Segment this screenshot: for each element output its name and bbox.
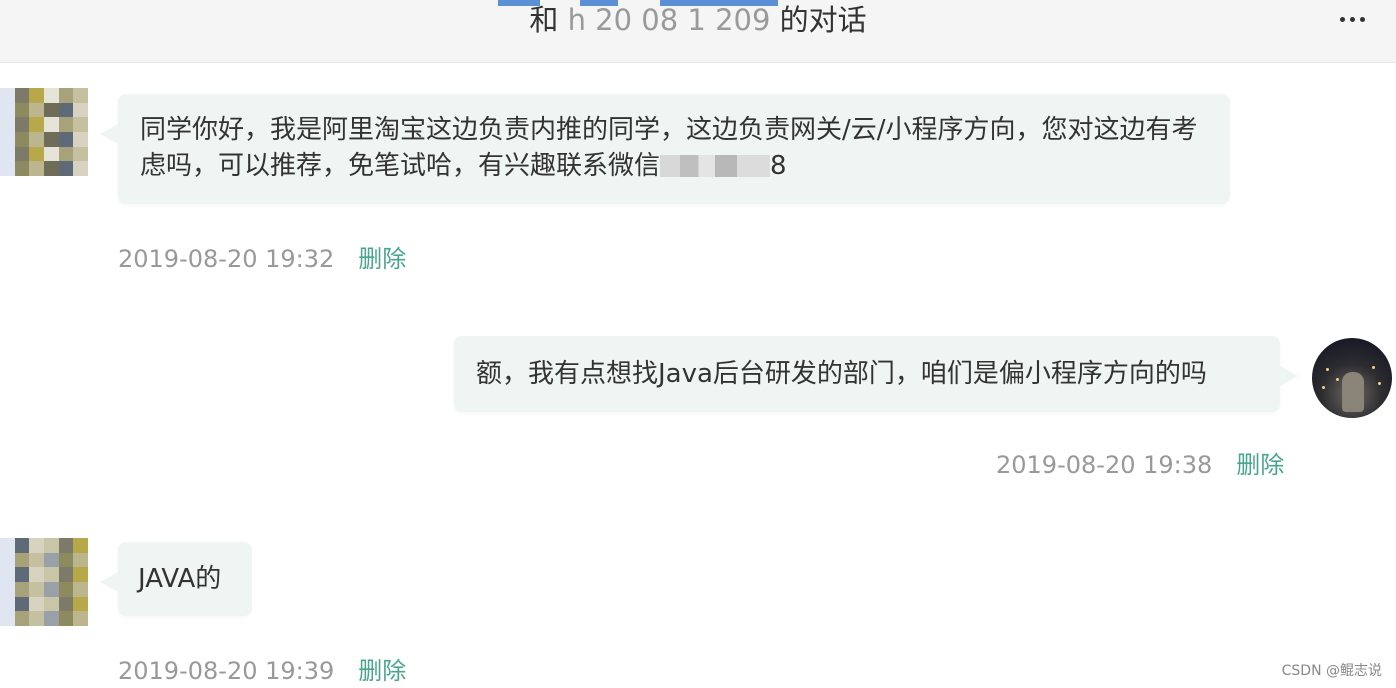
redacted-wechat-id (660, 155, 771, 177)
watermark: CSDN @鲲志说 (1281, 663, 1382, 679)
avatar-pixel (58, 102, 74, 118)
delete-link[interactable]: 删除 (358, 245, 406, 273)
avatar-pixel (0, 88, 15, 103)
avatar-pixel (0, 102, 15, 118)
avatar-pixel (29, 161, 44, 176)
avatar-pixel (58, 596, 74, 612)
avatar-pixel (44, 567, 59, 582)
avatar-pixel (29, 102, 44, 118)
avatar-pixel (0, 596, 15, 612)
avatar-pixel (0, 552, 15, 568)
avatar-pixel (73, 132, 88, 147)
avatar-pixel (58, 611, 74, 626)
avatar-pixel (0, 161, 15, 176)
sender-avatar[interactable] (0, 538, 88, 626)
message-timestamp: 2019-08-20 19:32 (118, 245, 335, 273)
avatar-pixel (73, 582, 88, 597)
avatar-pixel (14, 161, 30, 176)
user-avatar[interactable] (1312, 338, 1392, 418)
avatar-pixel (29, 117, 44, 132)
conversation-header: 和 h 20 08 1 209 的对话 (0, 0, 1396, 63)
avatar-pixel (73, 161, 88, 176)
avatar-pixel (73, 88, 88, 103)
avatar-pixel (0, 582, 15, 597)
avatar-pixel (0, 611, 15, 626)
more-dots-icon[interactable] (1340, 14, 1368, 24)
avatar-pixel (44, 596, 59, 612)
avatar-pixel (29, 582, 44, 597)
avatar-pixel (58, 146, 74, 162)
avatar-pixel (73, 552, 88, 568)
avatar-pixel (73, 567, 88, 582)
avatar-pixel (73, 117, 88, 132)
avatar-pixel (14, 146, 30, 162)
avatar-pixel (58, 132, 74, 147)
avatar-pixel (58, 567, 74, 582)
title-suffix: 的对话 (779, 3, 867, 37)
avatar-pixel (14, 567, 30, 582)
avatar-pixel (29, 552, 44, 568)
message-text: JAVA的 (138, 564, 222, 594)
avatar-pixel (0, 567, 15, 582)
avatar-pixel (44, 538, 59, 553)
avatar-pixel (44, 582, 59, 597)
message-bubble: JAVA的 (100, 542, 252, 616)
delete-link[interactable]: 删除 (358, 657, 406, 685)
message-text: 额，我有点想找Java后台研发的部门，咱们是偏小程序方向的吗 (476, 359, 1207, 389)
avatar-pixel (0, 117, 15, 132)
avatar-pixel (29, 611, 44, 626)
avatar-pixel (0, 538, 15, 553)
message-text-tail: 8 (770, 151, 787, 181)
avatar-pixel (73, 596, 88, 612)
sender-avatar[interactable] (0, 88, 88, 176)
message-meta: 2019-08-20 19:32 删除 (118, 244, 406, 274)
avatar-pixel (14, 611, 30, 626)
avatar-pixel (14, 582, 30, 597)
avatar-pixel (58, 161, 74, 176)
message-timestamp: 2019-08-20 19:39 (118, 657, 335, 685)
avatar-pixel (14, 117, 30, 132)
avatar-pixel (73, 102, 88, 118)
avatar-pixel (73, 146, 88, 162)
avatar-pixel (44, 117, 59, 132)
avatar-pixel (58, 117, 74, 132)
avatar-pixel (14, 552, 30, 568)
avatar-pixel (14, 102, 30, 118)
avatar-pixel (29, 567, 44, 582)
avatar-pixel (44, 132, 59, 147)
avatar-pixel (14, 88, 30, 103)
avatar-pixel (58, 88, 74, 103)
avatar-pixel (44, 611, 59, 626)
avatar-pixel (14, 538, 30, 553)
message-meta: 2019-08-20 19:39 删除 (118, 656, 406, 686)
avatar-pixel (58, 538, 74, 553)
delete-link[interactable]: 删除 (1236, 451, 1284, 479)
conversation-title: 和 h 20 08 1 209 的对话 (0, 0, 1396, 40)
avatar-pixel (73, 538, 88, 553)
avatar-pixel (0, 132, 15, 147)
avatar-pixel (29, 132, 44, 147)
avatar-pixel (44, 146, 59, 162)
avatar-pixel (14, 132, 30, 147)
message-bubble: 额，我有点想找Java后台研发的部门，咱们是偏小程序方向的吗 (454, 336, 1298, 412)
avatar-pixel (29, 538, 44, 553)
avatar-pixel (14, 596, 30, 612)
partner-username: h 20 08 1 209 (567, 3, 771, 37)
avatar-pixel (44, 552, 59, 568)
avatar-pixel (58, 552, 74, 568)
title-prefix: 和 (529, 3, 559, 37)
avatar-pixel (58, 582, 74, 597)
avatar-pixel (29, 88, 44, 103)
avatar-pixel (44, 88, 59, 103)
avatar-pixel (44, 102, 59, 118)
avatar-pixel (44, 161, 59, 176)
message-meta: 2019-08-20 19:38 删除 (996, 450, 1284, 480)
message-bubble: 同学你好，我是阿里淘宝这边负责内推的同学，这边负责网关/云/小程序方向，您对这边… (100, 94, 1230, 204)
avatar-pixel (73, 611, 88, 626)
message-timestamp: 2019-08-20 19:38 (996, 451, 1213, 479)
avatar-pixel (29, 146, 44, 162)
avatar-pixel (29, 596, 44, 612)
avatar-pixel (0, 146, 15, 162)
